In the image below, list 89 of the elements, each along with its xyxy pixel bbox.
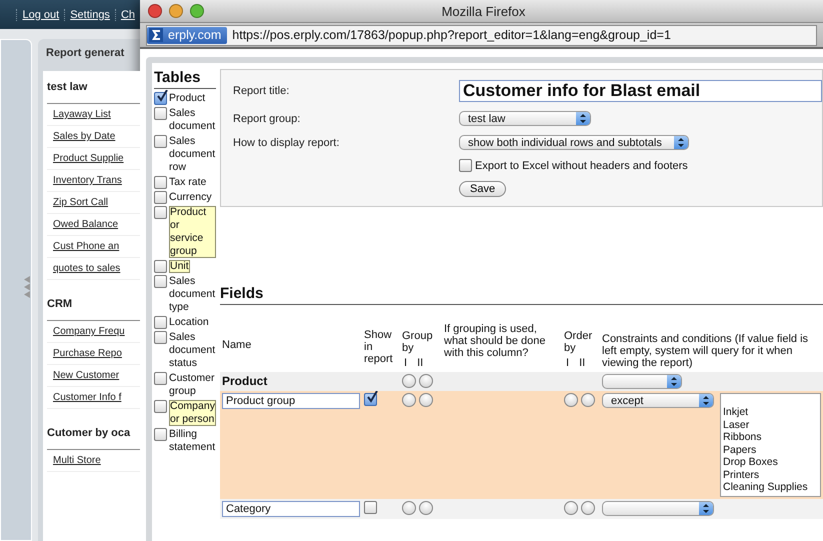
- checkbox[interactable]: [154, 428, 167, 441]
- table-name: Billing statement: [169, 428, 216, 454]
- table-name: Product: [169, 92, 206, 105]
- dropdown[interactable]: [602, 374, 682, 389]
- updown-arrows-icon: [703, 502, 709, 514]
- close-icon[interactable]: [148, 4, 162, 18]
- table-section-name: Product: [222, 374, 268, 388]
- list-option[interactable]: Papers: [723, 444, 818, 456]
- list-option[interactable]: Drop Boxes: [723, 456, 818, 468]
- updown-arrows-icon: [580, 113, 586, 124]
- table-name: Sales document status: [169, 331, 216, 370]
- checkbox[interactable]: [364, 500, 377, 514]
- title-input[interactable]: Customer info for Blast email: [459, 80, 822, 102]
- checkbox[interactable]: [154, 400, 167, 413]
- radio-button[interactable]: [402, 393, 416, 407]
- checkbox[interactable]: [154, 191, 167, 204]
- column-header: Order by: [564, 330, 594, 354]
- name-input[interactable]: Product group: [222, 393, 360, 409]
- radio-button[interactable]: [402, 374, 416, 388]
- table-name: Unit: [169, 260, 190, 273]
- field-label: Report group:: [233, 112, 302, 124]
- radio-button[interactable]: [402, 500, 416, 514]
- table-name: Product or service group: [169, 206, 216, 258]
- checkbox[interactable]: [154, 92, 167, 105]
- column-header: Show in report: [364, 329, 394, 367]
- updown-arrows-icon: [703, 395, 709, 406]
- checkbox[interactable]: [154, 331, 167, 344]
- table-name: Sales document row: [169, 135, 216, 174]
- section-heading: Fields: [220, 285, 823, 305]
- checkbox[interactable]: [364, 393, 377, 406]
- checkbox-label: Export to Excel without headers and footers: [475, 160, 688, 172]
- minimize-icon[interactable]: [169, 4, 183, 18]
- dropdown[interactable]: except: [602, 393, 714, 408]
- checkbox[interactable]: [154, 316, 167, 329]
- sub-header: II: [579, 357, 586, 369]
- checkbox[interactable]: [154, 260, 167, 273]
- radio-button[interactable]: [581, 500, 595, 514]
- table-name: Currency: [169, 191, 212, 204]
- checkbox[interactable]: [154, 107, 167, 120]
- radio-button[interactable]: [581, 393, 595, 407]
- window-title: Mozilla Firefox: [440, 4, 526, 18]
- checkbox[interactable]: [154, 275, 167, 288]
- section-heading: Tables: [154, 69, 216, 89]
- table-name: Sales document type: [169, 275, 216, 314]
- field-label: Report title:: [233, 85, 290, 97]
- updown-arrows-icon: [671, 376, 677, 387]
- checkbox[interactable]: [154, 372, 167, 385]
- radio-button[interactable]: [564, 393, 578, 407]
- table-name: Customer group: [169, 372, 216, 398]
- radio-button[interactable]: [419, 393, 433, 407]
- column-header: Constraints and conditions (If value field is left empty, system will query for it when viewing the report): [602, 333, 810, 369]
- table-name: Tax rate: [169, 176, 206, 189]
- list-option[interactable]: Inkjet: [723, 406, 818, 418]
- column-header: If grouping is used, what should be done with this column?: [444, 323, 547, 361]
- list-option[interactable]: Cleaning Supplies: [723, 481, 818, 494]
- table-name: Location: [169, 316, 209, 329]
- zoom-icon[interactable]: [190, 4, 204, 18]
- top-nav-link[interactable]: Settings: [64, 8, 115, 20]
- panel-title: Report generat: [45, 47, 126, 61]
- dropdown[interactable]: [602, 500, 714, 516]
- checkbox[interactable]: [459, 159, 472, 172]
- checkbox[interactable]: [154, 176, 167, 189]
- checkbox[interactable]: [154, 135, 167, 148]
- list-option[interactable]: Printers: [723, 468, 818, 481]
- radio-button[interactable]: [419, 500, 433, 514]
- radio-button[interactable]: [564, 500, 578, 514]
- top-nav-link[interactable]: Log out: [16, 8, 64, 20]
- sigma-logo-icon: [149, 28, 163, 42]
- list-option[interactable]: Laser: [723, 418, 818, 431]
- list-option[interactable]: Ribbons: [723, 431, 818, 444]
- site-badge[interactable]: erply.com: [147, 26, 228, 44]
- name-input[interactable]: Category: [222, 500, 360, 516]
- address-bar[interactable]: erply.com https://pos.erply.com/17863/popup.php?report_editor=1&lang=eng&group_id=1: [146, 24, 817, 46]
- sub-header: II: [417, 357, 424, 369]
- table-name: Company or person: [169, 400, 216, 426]
- sub-header: I: [404, 357, 408, 369]
- table-name: Sales document: [169, 107, 216, 133]
- checkbox[interactable]: [154, 206, 167, 219]
- field-label: How to display report:: [233, 136, 340, 148]
- dropdown[interactable]: test law: [459, 111, 591, 126]
- column-header: Group by: [402, 330, 434, 354]
- value-list[interactable]: Inkjet Laser Ribbons Papers Drop Boxes Printers Cleaning Supplies: [720, 393, 821, 496]
- url-text: https://pos.erply.com/17863/popup.php?report_editor=1&lang=eng&group_id=1: [231, 28, 671, 42]
- sub-header: I: [566, 357, 570, 369]
- column-header: Name: [222, 339, 252, 353]
- updown-arrows-icon: [678, 137, 684, 148]
- dropdown[interactable]: show both individual rows and subtotals: [459, 135, 689, 150]
- radio-button[interactable]: [419, 374, 433, 388]
- save-button[interactable]: Save: [459, 181, 506, 197]
